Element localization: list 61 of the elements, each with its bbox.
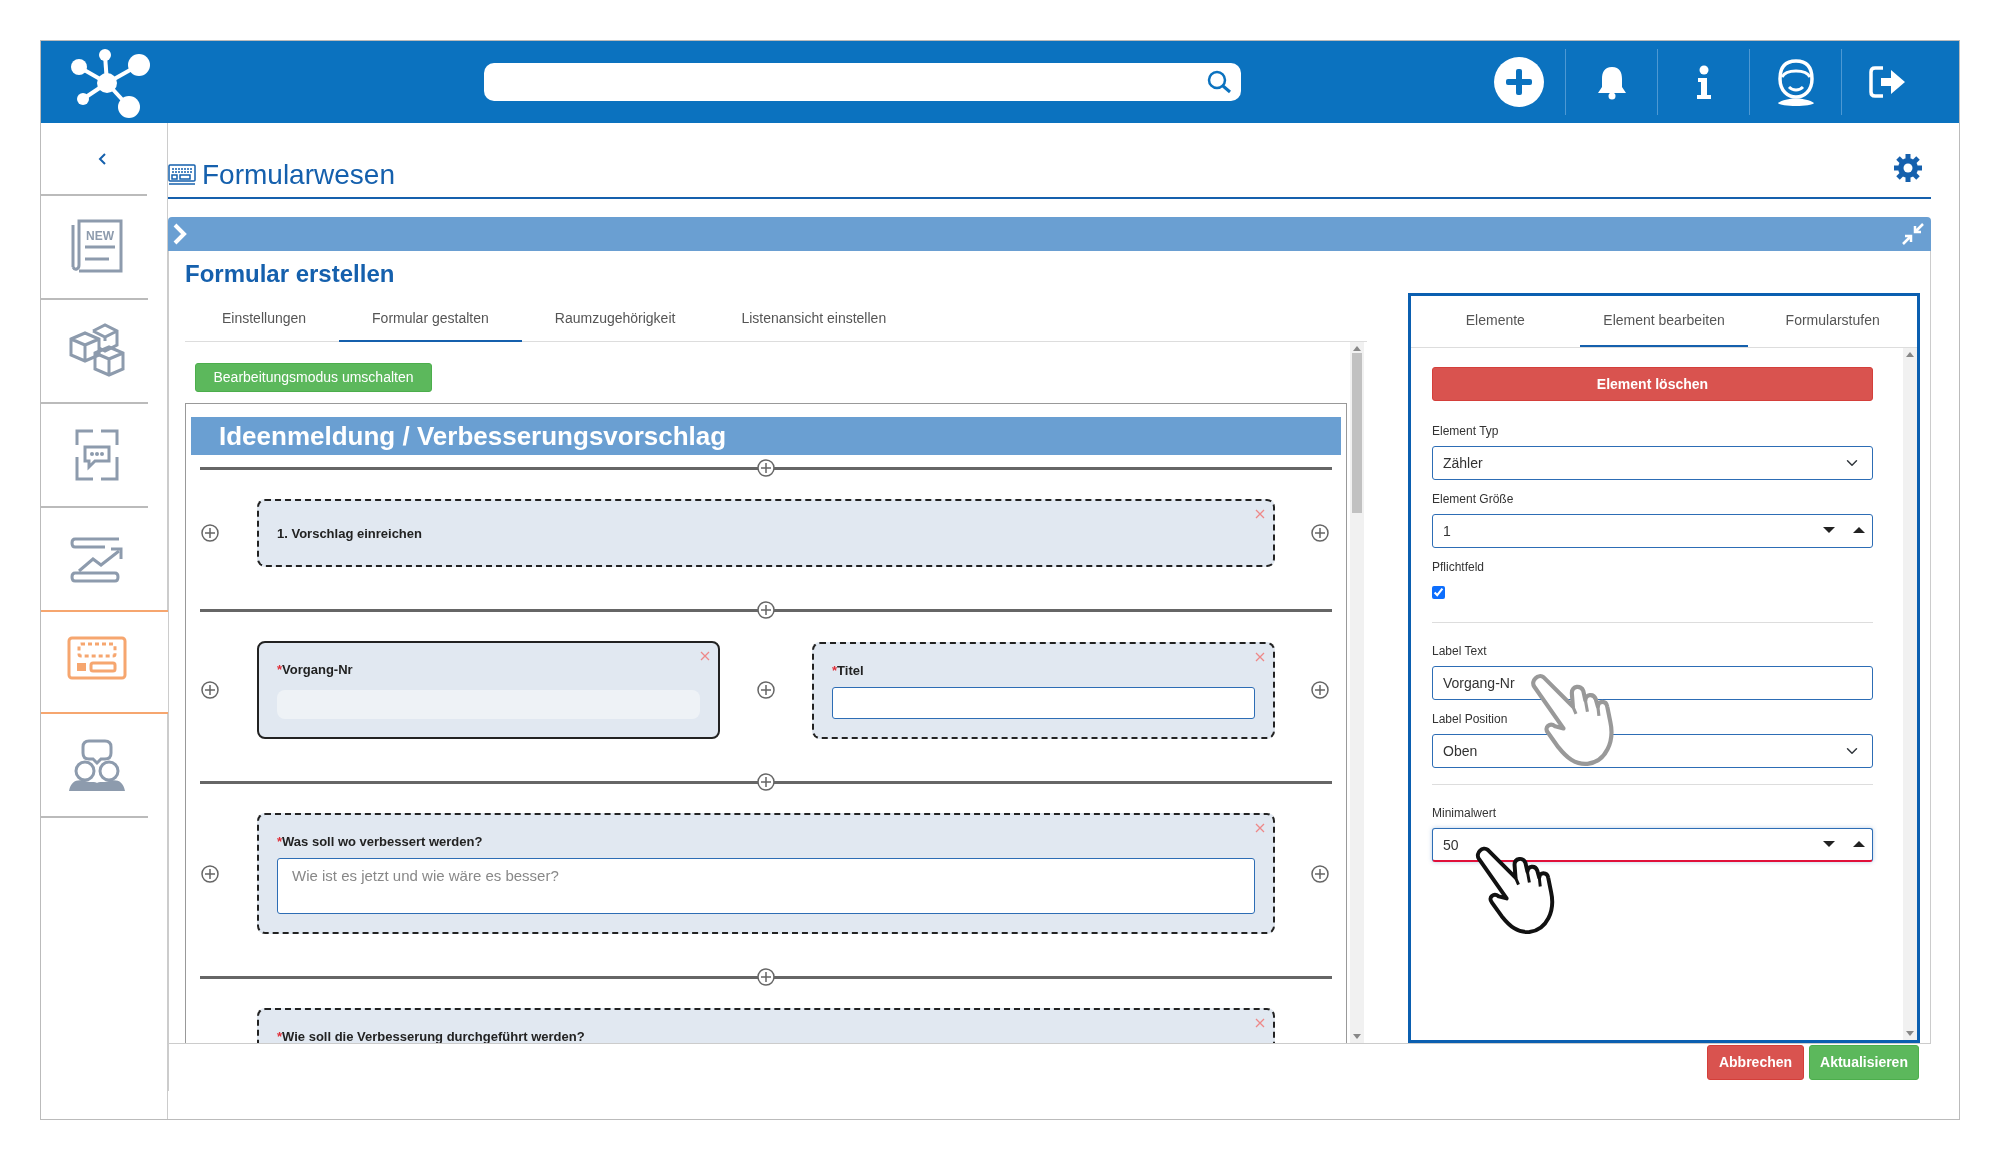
plus-circle-icon[interactable]: [201, 864, 219, 883]
scrollbar[interactable]: [1350, 342, 1364, 1043]
text-area[interactable]: Wie ist es jetzt und wie wäre es besser?: [277, 858, 1255, 915]
field-label: Minimalwert: [1432, 805, 1497, 821]
checkbox[interactable]: [1432, 586, 1445, 599]
plus-circle-icon[interactable]: [1311, 864, 1329, 883]
field-label: *Was soll wo verbessert werden?: [277, 833, 484, 851]
plus-circle-icon[interactable]: [1311, 681, 1329, 700]
tab[interactable]: Einstellungen: [189, 296, 340, 342]
tab[interactable]: Formularstufen: [1748, 296, 1917, 347]
tab[interactable]: Elemente: [1411, 296, 1580, 347]
form-element-card[interactable]: *Titel: [812, 641, 1275, 739]
field-label: Element Typ: [1432, 423, 1500, 439]
back-chevron-icon[interactable]: [98, 152, 108, 165]
tab[interactable]: Raumzugehörigkeit: [521, 296, 709, 342]
plus-circle-icon[interactable]: [1311, 524, 1329, 543]
plus-circle-icon[interactable]: [757, 681, 775, 700]
expand-chevron-icon[interactable]: [172, 222, 188, 246]
plus-circle-icon[interactable]: [201, 681, 219, 700]
increment-arrow-icon[interactable]: [1853, 527, 1865, 533]
search-field[interactable]: [484, 63, 1241, 101]
form-element-card[interactable]: *Vorgang-Nr: [257, 641, 720, 740]
tab[interactable]: Formular gestalten: [339, 296, 522, 342]
field-label: Pflichtfeld: [1432, 559, 1486, 575]
field-label: *Vorgang-Nr: [277, 661, 354, 679]
increment-arrow-icon[interactable]: [1853, 841, 1865, 847]
logout-icon[interactable]: [1868, 64, 1907, 100]
input-field[interactable]: [832, 686, 1255, 719]
field-label: Element Größe: [1432, 491, 1515, 507]
number-field[interactable]: 1: [1432, 514, 1873, 548]
delete-element-button[interactable]: Element löschen: [1432, 367, 1873, 401]
settings-icon[interactable]: [1893, 153, 1923, 183]
input-field[interactable]: Vorgang-Nr: [1432, 666, 1873, 700]
scrollbar[interactable]: [1903, 348, 1917, 1040]
tab[interactable]: Element bearbeiten: [1579, 296, 1749, 347]
cancel-button[interactable]: Abbrechen: [1707, 1045, 1804, 1080]
number-field[interactable]: 50: [1432, 828, 1873, 862]
plus-circle-icon[interactable]: [757, 459, 775, 478]
field-label: Label Position: [1432, 711, 1509, 727]
plus-circle-icon[interactable]: [757, 968, 775, 987]
plus-circle-icon[interactable]: [201, 524, 219, 543]
plus-circle-icon[interactable]: [757, 773, 775, 792]
form-element-card[interactable]: *Was soll wo verbessert werden? Wie ist es jetzt und wie wäre es besser?: [257, 813, 1275, 935]
field-label: Label Text: [1432, 643, 1488, 659]
decrement-arrow-icon[interactable]: [1823, 527, 1835, 533]
page-title: Formularwesen: [202, 158, 395, 192]
plus-icon[interactable]: [1493, 56, 1545, 108]
dropdown[interactable]: Zähler: [1432, 446, 1873, 480]
field-label: *Titel: [832, 661, 865, 679]
form-element-card[interactable]: 1. Vorschlag einreichen: [257, 499, 1275, 568]
field-label: 1. Vorschlag einreichen: [277, 524, 422, 542]
search-icon[interactable]: [1207, 70, 1231, 94]
collapse-icon[interactable]: [1901, 222, 1925, 246]
form-title-bar: Ideenmeldung / Verbesserungsvorschlag: [191, 417, 1341, 456]
tab[interactable]: Listenansicht einstellen: [708, 296, 920, 342]
dropdown[interactable]: Oben: [1432, 734, 1873, 768]
keyboard-icon: [168, 164, 196, 186]
decrement-arrow-icon[interactable]: [1823, 841, 1835, 847]
section-title: Formular erstellen: [185, 258, 395, 289]
plus-circle-icon[interactable]: [757, 601, 775, 620]
info-icon[interactable]: [1694, 65, 1713, 99]
